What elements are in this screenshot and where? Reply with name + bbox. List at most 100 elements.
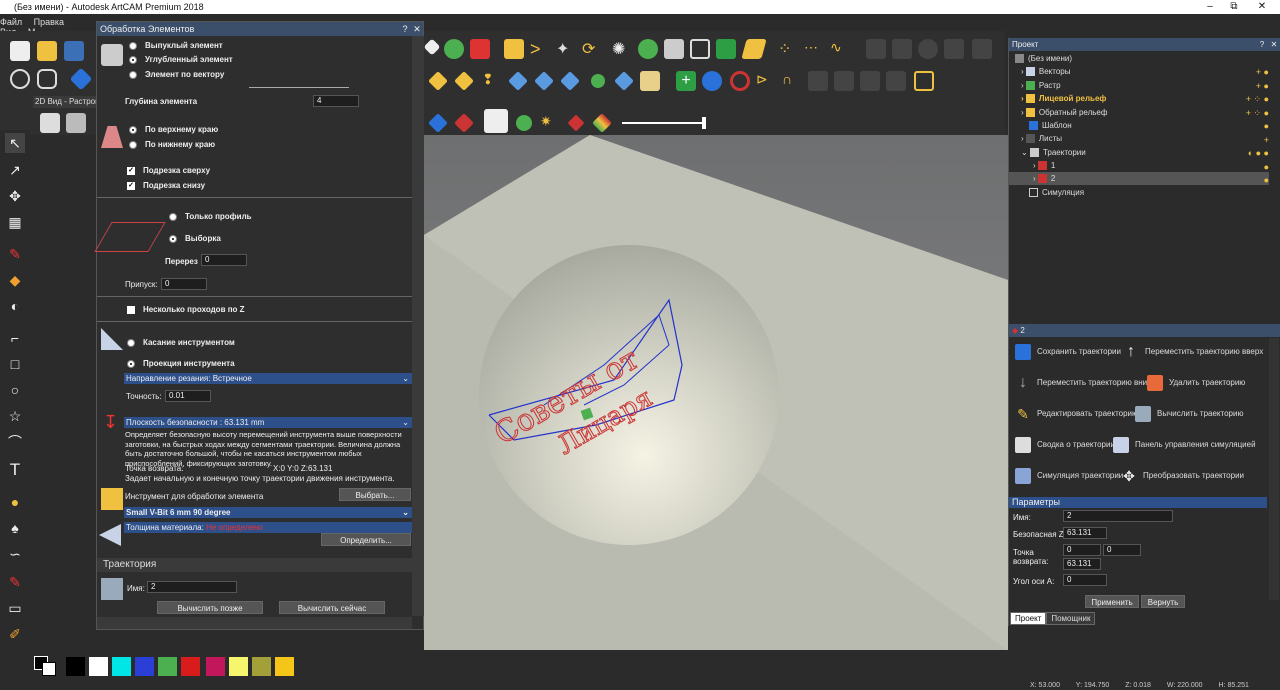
color-swatch[interactable]: [112, 657, 131, 676]
calculate-toolpath-action[interactable]: Вычислить траекторию: [1135, 406, 1243, 422]
radio-tool-touch[interactable]: [127, 338, 135, 347]
tab-assistant[interactable]: Помощник: [1046, 612, 1096, 625]
relief-view-icon[interactable]: [69, 67, 93, 91]
revert-button[interactable]: Вернуть: [1141, 595, 1185, 608]
color-swatch[interactable]: [206, 657, 225, 676]
green-dome-icon[interactable]: [638, 39, 658, 59]
tool-name-dropdown[interactable]: Small V-Bit 6 mm 90 degree ⌄: [124, 507, 412, 518]
option-tool-touch[interactable]: Касание инструментом: [127, 338, 235, 347]
nodes-icon[interactable]: ⁘: [778, 39, 798, 59]
toolpath-panel-scrollbar[interactable]: [1269, 338, 1279, 600]
new-file-icon[interactable]: [10, 41, 30, 61]
color-swatch[interactable]: [158, 657, 177, 676]
render-green-icon[interactable]: [516, 115, 532, 131]
node-edit-icon[interactable]: ↗: [5, 160, 25, 180]
tree-root[interactable]: (Без имени): [1015, 54, 1072, 64]
radio-recessed[interactable]: [129, 55, 137, 64]
dots-icon[interactable]: ⋯: [804, 39, 824, 59]
shear-icon[interactable]: ⊳: [756, 71, 776, 91]
option-bottom-edge[interactable]: По нижнему краю: [129, 140, 215, 149]
smudge-icon[interactable]: ∽: [5, 544, 25, 564]
simulation-panel-action[interactable]: Панель управления симуляцией: [1113, 437, 1256, 453]
circle-icon[interactable]: ○: [5, 380, 25, 400]
zoom-slider-thumb[interactable]: [702, 117, 706, 129]
view-cube-iso-icon[interactable]: [66, 113, 86, 133]
menu-edit[interactable]: Правка: [34, 17, 64, 27]
option-vector[interactable]: Элемент по вектору: [129, 70, 224, 79]
fill-icon[interactable]: ◆: [5, 270, 25, 290]
option-recessed[interactable]: Углубленный элемент: [129, 55, 233, 64]
render-selected-icon[interactable]: [484, 109, 508, 133]
dome-blue-icon[interactable]: [702, 71, 722, 91]
tree-item-raster[interactable]: › Растр: [1021, 81, 1061, 91]
option-profile-only[interactable]: Только профиль: [169, 212, 252, 221]
panel-vertical-scrollbar[interactable]: [412, 36, 424, 616]
relief-op-5-icon[interactable]: [560, 71, 580, 91]
option-tool-projection[interactable]: Проекция инструмента: [127, 359, 235, 368]
tree-item-template[interactable]: Шаблон: [1029, 121, 1072, 131]
star-icon[interactable]: ☆: [5, 406, 25, 426]
trim-bottom-checkbox[interactable]: ✓ Подрезка снизу: [127, 181, 205, 190]
color-swatch[interactable]: [66, 657, 85, 676]
color-swatch[interactable]: [89, 657, 108, 676]
apply-button[interactable]: Применить: [1085, 595, 1139, 608]
arch-icon[interactable]: ∩: [782, 71, 802, 91]
star-burst-icon[interactable]: ✺: [612, 39, 632, 59]
plane-icon[interactable]: [741, 39, 767, 59]
close-panel-button[interactable]: ✕: [1268, 38, 1280, 51]
select-tool-button[interactable]: Выбрать...: [339, 488, 411, 501]
color-swatch[interactable]: [135, 657, 154, 676]
params-header[interactable]: Параметры: [1009, 497, 1267, 508]
relief-op-7-icon[interactable]: [614, 71, 634, 91]
relief-green-icon[interactable]: [444, 39, 464, 59]
param-a-axis-input[interactable]: 0: [1063, 574, 1107, 586]
ring-icon[interactable]: [730, 71, 750, 91]
radio-convex[interactable]: [129, 41, 137, 50]
edit-toolpath-action[interactable]: ✎ Редактировать траекторию: [1015, 406, 1138, 422]
allowance-input[interactable]: 0: [161, 278, 207, 290]
color-swatch[interactable]: [275, 657, 294, 676]
drop-icon[interactable]: ●: [5, 492, 25, 512]
move-toolpath-up-action[interactable]: ↑ Переместить траекторию вверх: [1123, 344, 1263, 360]
radio-bottom-edge[interactable]: [129, 140, 137, 149]
delete-toolpath-action[interactable]: Удалить траекторию: [1147, 375, 1245, 391]
relief-op-2-icon[interactable]: [454, 71, 474, 91]
tree-item-sheets[interactable]: › Листы: [1021, 134, 1062, 144]
panel-horizontal-scrollbar[interactable]: [97, 617, 412, 629]
crosshair-icon[interactable]: [914, 71, 934, 91]
transform-toolpaths-action[interactable]: ✥ Преобразовать траектории: [1121, 468, 1244, 484]
option-pocket[interactable]: Выборка: [169, 234, 221, 243]
overlap-input[interactable]: 0: [201, 254, 247, 266]
param-home-y[interactable]: 0: [1103, 544, 1141, 556]
tree-item-front-relief[interactable]: › Лицевой рельеф: [1021, 94, 1106, 104]
save-toolpaths-action[interactable]: Сохранить траектории: [1015, 344, 1121, 360]
shape-edit-icon[interactable]: ◐: [5, 296, 25, 316]
close-panel-button[interactable]: ✕: [411, 22, 423, 36]
arc-icon[interactable]: ⌒: [5, 432, 25, 452]
curve-icon[interactable]: ⟳: [582, 39, 602, 59]
tree-item-vectors[interactable]: › Векторы: [1021, 67, 1071, 77]
help-button[interactable]: ?: [399, 22, 411, 36]
tree-item-toolpaths[interactable]: ⌄ Траектории: [1021, 148, 1086, 158]
light-icon[interactable]: ✷: [540, 113, 560, 133]
param-home-z[interactable]: 63.131: [1063, 558, 1101, 570]
param-name-input[interactable]: 2: [1063, 510, 1173, 522]
color-swatch[interactable]: [252, 657, 271, 676]
relief-op-1-icon[interactable]: [428, 71, 448, 91]
tolerance-input[interactable]: 0.01: [165, 390, 211, 402]
relief-colors-icon[interactable]: [470, 39, 490, 59]
polyline-icon[interactable]: ⌐: [5, 328, 25, 348]
eraser-icon[interactable]: ▭: [5, 598, 25, 618]
layers-icon[interactable]: [640, 71, 660, 91]
tree-item-simulation[interactable]: Симуляция: [1029, 188, 1084, 198]
fill-bucket-icon[interactable]: ✐: [5, 624, 25, 644]
tree-item-back-relief[interactable]: › Обратный рельеф: [1021, 108, 1107, 118]
radio-profile-only[interactable]: [169, 212, 177, 221]
arrow-icon[interactable]: >: [530, 39, 550, 59]
pin-icon[interactable]: ❢: [482, 71, 502, 91]
depth-input[interactable]: 4: [313, 95, 359, 107]
secondary-color[interactable]: [42, 662, 56, 676]
merge-icon[interactable]: [716, 39, 736, 59]
calculate-later-button[interactable]: Вычислить позже: [157, 601, 263, 614]
transform-icon[interactable]: ✥: [5, 186, 25, 206]
